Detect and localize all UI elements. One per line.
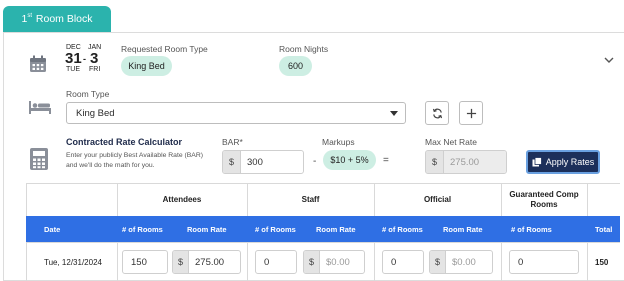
markups-badge[interactable]: $10 + 5% — [323, 150, 376, 170]
official-rate-currency: $ — [430, 251, 446, 273]
add-room-type-button[interactable] — [459, 101, 483, 125]
bar-label: BAR* — [222, 137, 243, 147]
tab-room-block-1[interactable]: 1st Room Block — [3, 6, 111, 32]
bar-value: 300 — [247, 156, 263, 168]
header-official-rate: Room Rate — [443, 224, 483, 234]
markups-label: Markups — [322, 137, 355, 147]
start-weekday: TUE — [66, 66, 80, 73]
equals-sign: = — [383, 155, 389, 166]
comp-rooms-input[interactable]: 0 — [509, 250, 579, 274]
minus-sign: - — [313, 156, 317, 167]
header-attendees-rooms: # of Rooms — [122, 224, 163, 234]
tab-ordinal-suffix: st — [27, 13, 32, 19]
end-weekday: FRI — [89, 66, 101, 73]
calculator-title: Contracted Rate Calculator — [66, 137, 183, 147]
caret-down-icon — [390, 111, 398, 116]
official-rate-input[interactable]: $ $0.00 — [429, 250, 493, 274]
date-range: DEC JAN 31 - 3 TUE FRI — [65, 44, 105, 74]
room-type-label: Room Type — [66, 89, 110, 99]
header-date: Date — [44, 224, 61, 234]
max-net-rate-currency: $ — [426, 151, 444, 173]
start-day: 31 — [65, 50, 82, 67]
bed-icon — [29, 101, 51, 114]
official-rate-value: $0.00 — [452, 256, 476, 268]
requested-room-type-label: Requested Room Type — [121, 44, 208, 54]
group-attendees: Attendees — [162, 194, 202, 204]
max-net-rate-value: 275.00 — [444, 151, 506, 173]
attendees-rate-input[interactable]: $ 275.00 — [172, 250, 241, 274]
tab-label: Room Block — [35, 13, 93, 25]
header-staff-rooms: # of Rooms — [255, 224, 296, 234]
requested-room-type-badge: King Bed — [121, 56, 172, 76]
row-total: 150 — [595, 258, 609, 267]
copy-icon — [532, 157, 542, 167]
room-type-select[interactable]: King Bed — [66, 102, 406, 124]
attendees-rate-currency: $ — [173, 251, 189, 273]
apply-rates-label: Apply Rates — [545, 157, 595, 167]
attendees-rooms-input[interactable]: 150 — [122, 250, 168, 274]
header-total: Total — [595, 224, 613, 234]
date-separator: - — [83, 54, 86, 64]
header-attendees-rate: Room Rate — [187, 224, 227, 234]
staff-rooms-input[interactable]: 0 — [255, 250, 297, 274]
group-guaranteed-comp-rooms: Guaranteed Comp Rooms — [509, 189, 579, 209]
group-official: Official — [423, 194, 452, 204]
max-net-rate-label: Max Net Rate — [425, 137, 477, 147]
room-type-selected: King Bed — [76, 107, 115, 119]
plus-icon — [466, 108, 476, 118]
staff-rate-value: $0.00 — [326, 256, 350, 268]
header-staff-rate: Room Rate — [316, 224, 356, 234]
staff-rate-currency: $ — [304, 251, 320, 273]
bar-input[interactable]: $ 300 — [222, 150, 304, 174]
row-date: Tue, 12/31/2024 — [44, 258, 102, 267]
table-row-divider — [26, 242, 620, 243]
room-nights-badge: 600 — [279, 56, 312, 76]
chevron-down-icon[interactable] — [604, 56, 614, 64]
header-official-rooms: # of Rooms — [382, 224, 423, 234]
refresh-button[interactable] — [425, 101, 449, 125]
official-rooms-input[interactable]: 0 — [382, 250, 424, 274]
calendar-icon — [30, 55, 46, 72]
refresh-icon — [432, 108, 442, 118]
apply-rates-button[interactable]: Apply Rates — [526, 150, 600, 174]
room-nights-label: Room Nights — [279, 44, 329, 54]
calculator-description: Enter your publicly Best Available Rate … — [66, 152, 204, 169]
staff-rate-input[interactable]: $ $0.00 — [303, 250, 365, 274]
max-net-rate-input: $ 275.00 — [425, 150, 507, 174]
bar-currency: $ — [223, 151, 241, 173]
group-staff: Staff — [301, 194, 320, 204]
calculator-icon — [30, 148, 48, 170]
attendees-rate-value: 275.00 — [195, 256, 225, 268]
end-day: 3 — [90, 50, 99, 67]
header-comp-rooms: # of Rooms — [511, 224, 552, 234]
